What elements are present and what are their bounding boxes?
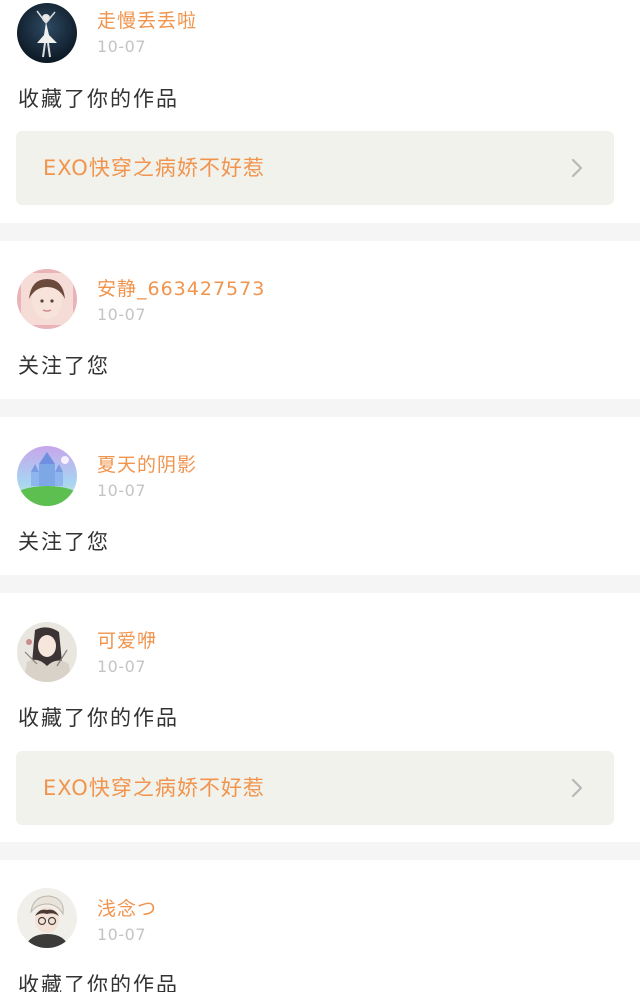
feed-item: 可爱咿 10-07 收藏了你的作品 EXO快穿之病娇不好惹	[0, 593, 640, 842]
girl-photo-avatar-icon	[17, 269, 77, 329]
timestamp: 10-07	[97, 305, 146, 324]
feed-item: 夏天的阴影 10-07 关注了您	[0, 417, 640, 575]
castle-avatar-icon	[17, 446, 77, 506]
timestamp: 10-07	[97, 481, 146, 500]
work-title: EXO快穿之病娇不好惹	[43, 156, 265, 180]
user-avatar[interactable]	[17, 888, 77, 948]
user-name[interactable]: 安静_663427573	[97, 278, 265, 300]
user-avatar[interactable]	[17, 446, 77, 506]
feed-item: 浅念つ 10-07 收藏了你的作品	[0, 860, 640, 992]
feed-item: 走慢丢丢啦 10-07 收藏了你的作品 EXO快穿之病娇不好惹	[0, 0, 640, 223]
user-avatar[interactable]	[17, 622, 77, 682]
work-link-card[interactable]: EXO快穿之病娇不好惹	[16, 751, 614, 825]
timestamp: 10-07	[97, 925, 146, 944]
user-avatar[interactable]	[17, 3, 77, 63]
timestamp: 10-07	[97, 37, 146, 56]
user-name[interactable]: 走慢丢丢啦	[97, 10, 197, 32]
user-avatar[interactable]	[17, 269, 77, 329]
work-title: EXO快穿之病娇不好惹	[43, 776, 265, 800]
activity-text: 收藏了你的作品	[18, 973, 179, 992]
chevron-right-icon	[566, 777, 588, 799]
anime-girl-avatar-icon	[17, 622, 77, 682]
chevron-right-icon	[566, 157, 588, 179]
user-name[interactable]: 浅念つ	[97, 898, 157, 920]
work-link-card[interactable]: EXO快穿之病娇不好惹	[16, 131, 614, 205]
activity-text: 关注了您	[18, 530, 110, 554]
activity-text: 关注了您	[18, 354, 110, 378]
user-name[interactable]: 可爱咿	[97, 630, 157, 652]
activity-text: 收藏了你的作品	[18, 87, 179, 111]
activity-text: 收藏了你的作品	[18, 706, 179, 730]
user-name[interactable]: 夏天的阴影	[97, 454, 197, 476]
ballerina-avatar-icon	[17, 3, 77, 63]
boy-avatar-icon	[17, 888, 77, 948]
timestamp: 10-07	[97, 657, 146, 676]
feed-item: 安静_663427573 10-07 关注了您	[0, 241, 640, 399]
